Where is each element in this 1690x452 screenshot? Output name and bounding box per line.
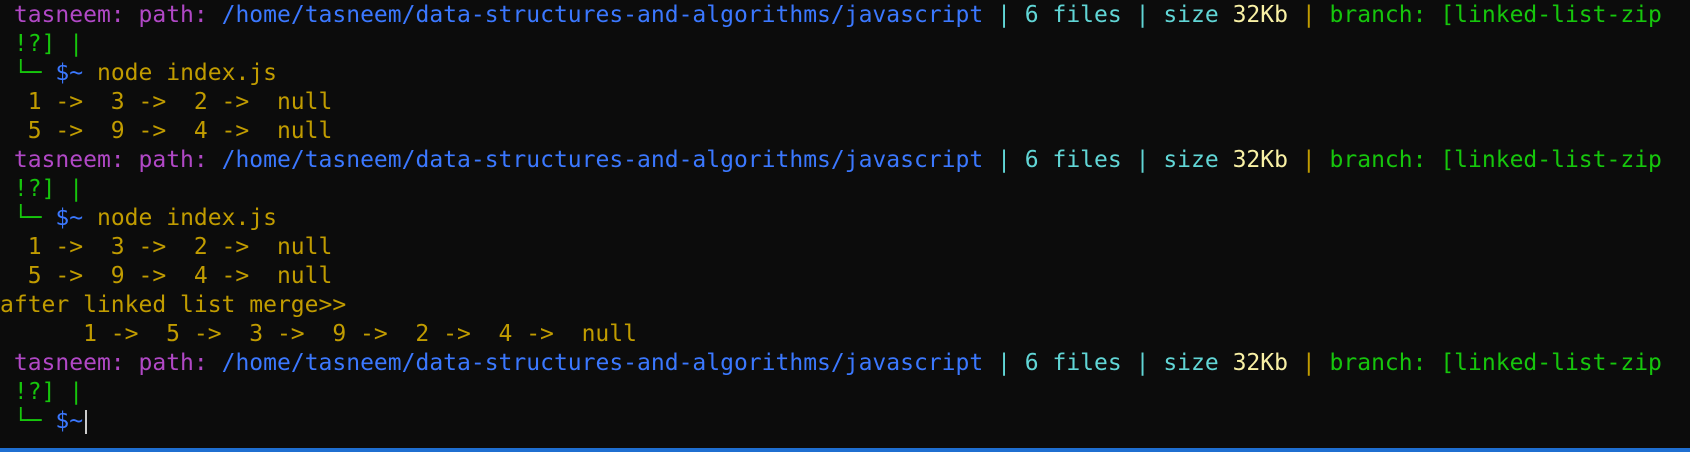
prompt-path: /home/tasneem/data-structures-and-algori… — [221, 2, 984, 28]
prompt-branch-status: !?] — [13, 176, 56, 202]
prompt-branch-label: branch: — [1329, 350, 1427, 376]
prompt-symbol: $~ — [55, 408, 84, 434]
tree-connector: └─ — [13, 408, 42, 434]
prompt-path-label: path: — [138, 350, 208, 376]
prompt-user: tasneem: — [13, 2, 125, 28]
prompt-path: /home/tasneem/data-structures-and-algori… — [221, 350, 984, 376]
output-line: 1 -> 3 -> 2 -> null — [0, 234, 333, 260]
command-line: └─ $~ node index.js — [0, 204, 1690, 233]
prompt-files: 6 files — [1024, 147, 1122, 173]
output-line: 1 -> 3 -> 2 -> null — [0, 89, 333, 115]
terminal-window[interactable]: tasneem: path: /home/tasneem/data-struct… — [0, 0, 1690, 452]
window-bottom-edge — [0, 448, 1690, 452]
prompt-user: tasneem: — [13, 147, 125, 173]
output-line: 5 -> 9 -> 4 -> null — [0, 263, 333, 289]
prompt-line-cont: !?] | — [0, 175, 1690, 204]
prompt-line: tasneem: path: /home/tasneem/data-struct… — [0, 1, 1690, 30]
prompt-separator: | — [1301, 350, 1316, 376]
prompt-separator: | — [69, 31, 84, 57]
prompt-separator: | — [997, 350, 1011, 376]
output-line: after linked list merge>> — [0, 292, 347, 318]
prompt-branch: [linked-list-zip — [1440, 147, 1662, 173]
prompt-separator: | — [997, 2, 1011, 28]
prompt-separator: | — [1301, 147, 1316, 173]
prompt-size-label: size — [1163, 147, 1219, 173]
command-line: └─ $~ node index.js — [0, 59, 1690, 88]
prompt-line-cont: !?] | — [0, 378, 1690, 407]
output-line: 1 -> 5 -> 3 -> 9 -> 2 -> 4 -> null — [0, 321, 637, 347]
prompt-line: tasneem: path: /home/tasneem/data-struct… — [0, 349, 1690, 378]
prompt-path-label: path: — [138, 147, 208, 173]
prompt-branch-label: branch: — [1329, 147, 1427, 173]
prompt-line: tasneem: path: /home/tasneem/data-struct… — [0, 146, 1690, 175]
prompt-path: /home/tasneem/data-structures-and-algori… — [221, 147, 984, 173]
prompt-size-label: size — [1163, 350, 1219, 376]
prompt-separator: | — [1135, 350, 1150, 376]
prompt-branch-status: !?] — [13, 31, 56, 57]
prompt-size-value: 32Kb — [1232, 2, 1288, 28]
command-text: node index.js — [96, 60, 277, 86]
prompt-user: tasneem: — [13, 350, 125, 376]
prompt-size-value: 32Kb — [1232, 147, 1288, 173]
tree-connector: └─ — [13, 205, 42, 231]
prompt-symbol: $~ — [55, 205, 84, 231]
prompt-line-cont: !?] | — [0, 30, 1690, 59]
prompt-files: 6 files — [1024, 350, 1122, 376]
prompt-size-value: 32Kb — [1232, 350, 1288, 376]
prompt-separator: | — [1135, 2, 1150, 28]
prompt-separator: | — [1301, 2, 1316, 28]
prompt-separator: | — [69, 379, 84, 405]
command-text: node index.js — [96, 205, 277, 231]
prompt-symbol: $~ — [55, 60, 84, 86]
prompt-separator: | — [997, 147, 1011, 173]
prompt-separator: | — [1135, 147, 1150, 173]
prompt-branch-label: branch: — [1329, 2, 1427, 28]
output-line: 5 -> 9 -> 4 -> null — [0, 118, 333, 144]
prompt-size-label: size — [1163, 2, 1219, 28]
tree-connector: └─ — [13, 60, 42, 86]
text-cursor — [85, 409, 88, 434]
prompt-files: 6 files — [1024, 2, 1122, 28]
prompt-path-label: path: — [138, 2, 208, 28]
prompt-branch: [linked-list-zip — [1440, 2, 1662, 28]
prompt-branch: [linked-list-zip — [1440, 350, 1662, 376]
prompt-separator: | — [69, 176, 84, 202]
prompt-branch-status: !?] — [13, 379, 56, 405]
command-line-active[interactable]: └─ $~ — [0, 407, 1690, 436]
